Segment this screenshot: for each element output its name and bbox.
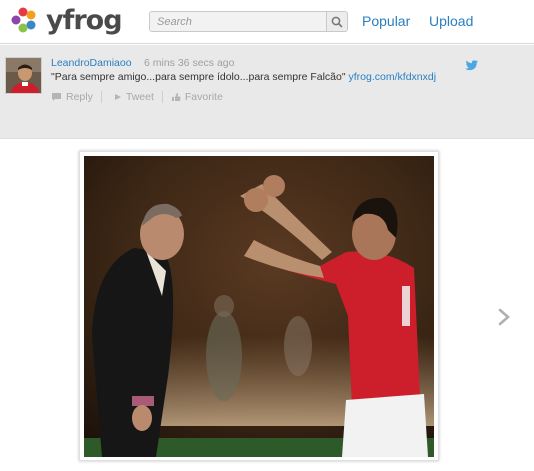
action-divider [100,91,102,103]
chevron-right-icon[interactable] [496,308,512,326]
tweet-photo-link[interactable]: yfrog.com/kfdxnxdj [349,71,437,83]
retweet-button[interactable]: Tweet [110,91,154,103]
tweet-actions: Reply Tweet Favorite [51,90,223,104]
favorite-button[interactable]: Favorite [171,91,223,103]
tweet-body: "Para sempre amigo...para sempre ídolo..… [51,71,346,83]
tweet-timestamp[interactable]: 6 mins 36 secs ago [144,57,234,69]
nav-upload-link[interactable]: Upload [429,13,473,29]
action-divider [161,91,163,103]
photo-frame [79,151,439,461]
retweet-icon [110,94,121,100]
favorite-label: Favorite [184,91,223,103]
reply-label: Reply [66,91,93,103]
favorite-icon [171,93,181,101]
search-box [149,11,348,32]
yfrog-logo[interactable]: yfrog [9,4,123,38]
twitter-bird-icon[interactable] [465,60,478,71]
photo-image [84,156,434,457]
avatar-image [6,58,41,93]
top-bar: yfrog Popular Upload [0,0,534,44]
avatar[interactable] [5,57,42,94]
retweet-label: Tweet [125,91,154,103]
logo-text: yfrog [46,5,123,36]
search-input[interactable] [150,12,326,31]
search-button[interactable] [326,12,347,31]
reply-button[interactable]: Reply [51,91,93,103]
tweet-text: "Para sempre amigo...para sempre ídolo..… [51,71,436,83]
main-photo[interactable] [84,156,434,457]
tweet-username[interactable]: LeandroDamiaoo [51,57,132,69]
nav-popular-link[interactable]: Popular [362,13,410,29]
search-icon [331,16,343,28]
tweet-panel: LeandroDamiaoo 6 mins 36 secs ago "Para … [0,45,534,139]
reply-icon [52,93,61,101]
yfrog-flower-icon [11,7,36,33]
